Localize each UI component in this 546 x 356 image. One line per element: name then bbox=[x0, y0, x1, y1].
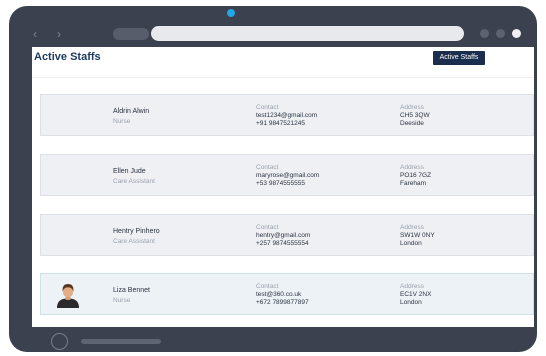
camera-icon bbox=[227, 9, 235, 17]
staff-postcode: CH5 3QW bbox=[400, 112, 430, 119]
staff-city: Fareham bbox=[400, 180, 427, 187]
window-control-minimize[interactable] bbox=[480, 29, 489, 38]
speaker-grille bbox=[81, 339, 161, 344]
staff-role: Nurse bbox=[113, 297, 131, 304]
browser-tab[interactable] bbox=[113, 28, 149, 40]
address-label: Address bbox=[400, 283, 424, 290]
staff-card[interactable]: Aldrin Alwin Nurse Contact test1234@gmai… bbox=[40, 94, 534, 136]
staff-card[interactable]: Liza Bennet Nurse Contact test@360.co.uk… bbox=[40, 273, 534, 315]
staff-phone: +672 7899877897 bbox=[256, 299, 309, 306]
browser-toolbar: ‹ › bbox=[25, 24, 530, 44]
address-column: Address SW1W 0NY London bbox=[400, 224, 435, 248]
staff-card[interactable]: Hentry Pinhero Care Assistant Contact he… bbox=[40, 214, 534, 256]
contact-column: Contact test1234@gmail.com +91 984752124… bbox=[256, 104, 317, 128]
window-control-maximize[interactable] bbox=[496, 29, 505, 38]
address-column: Address PO16 7GZ Fareham bbox=[400, 164, 431, 188]
staff-city: London bbox=[400, 299, 422, 306]
address-column: Address EC1V 2NX London bbox=[400, 283, 431, 307]
staff-email: test1234@gmail.com bbox=[256, 112, 318, 119]
address-label: Address bbox=[400, 164, 424, 171]
staff-city: London bbox=[400, 240, 422, 247]
contact-label: Contact bbox=[256, 283, 279, 290]
app-screen: Active Staffs Active Staffs Aldrin Alwin… bbox=[32, 47, 534, 327]
back-button[interactable]: ‹ bbox=[33, 27, 37, 41]
window-control-close[interactable] bbox=[512, 29, 521, 38]
staff-name: Aldrin Alwin bbox=[113, 108, 150, 115]
staff-role: Care Assistant bbox=[113, 178, 155, 185]
staff-postcode: PO16 7GZ bbox=[400, 172, 432, 179]
staff-phone: +53 9874555555 bbox=[256, 180, 305, 187]
contact-label: Contact bbox=[256, 164, 279, 171]
staff-role: Nurse bbox=[113, 118, 131, 125]
staff-postcode: SW1W 0NY bbox=[400, 232, 435, 239]
staff-phone: +91 9847521245 bbox=[256, 120, 305, 127]
page-title: Active Staffs bbox=[34, 51, 101, 63]
address-label: Address bbox=[400, 224, 424, 231]
staff-card[interactable]: Ellen Jude Care Assistant Contact maryro… bbox=[40, 154, 534, 196]
address-bar[interactable] bbox=[151, 26, 464, 41]
header-divider bbox=[32, 77, 534, 78]
device-bottom-bar bbox=[9, 326, 537, 352]
laptop-frame: ‹ › Active Staffs Active Staffs Aldrin A… bbox=[9, 6, 537, 352]
person-avatar-icon bbox=[57, 284, 79, 308]
staff-email: maryrose@gmail.com bbox=[256, 172, 320, 179]
address-column: Address CH5 3QW Deeside bbox=[400, 104, 430, 128]
contact-column: Contact maryrose@gmail.com +53 987455555… bbox=[256, 164, 319, 188]
contact-label: Contact bbox=[256, 104, 279, 111]
forward-button[interactable]: › bbox=[57, 27, 61, 41]
contact-column: Contact hentry@gmail.com +257 9874555554 bbox=[256, 224, 310, 248]
staff-role: Care Assistant bbox=[113, 238, 155, 245]
home-button-icon[interactable] bbox=[51, 333, 68, 350]
address-label: Address bbox=[400, 104, 424, 111]
staff-name: Hentry Pinhero bbox=[113, 228, 160, 235]
staff-name: Ellen Jude bbox=[113, 168, 146, 175]
staff-email: hentry@gmail.com bbox=[256, 232, 311, 239]
contact-label: Contact bbox=[256, 224, 279, 231]
staff-email: test@360.co.uk bbox=[256, 291, 302, 298]
staff-city: Deeside bbox=[400, 120, 424, 127]
contact-column: Contact test@360.co.uk +672 7899877897 bbox=[256, 283, 309, 307]
staff-name: Liza Bennet bbox=[113, 287, 150, 294]
active-staffs-button[interactable]: Active Staffs bbox=[433, 51, 485, 65]
staff-phone: +257 9874555554 bbox=[256, 240, 309, 247]
staff-postcode: EC1V 2NX bbox=[400, 291, 432, 298]
